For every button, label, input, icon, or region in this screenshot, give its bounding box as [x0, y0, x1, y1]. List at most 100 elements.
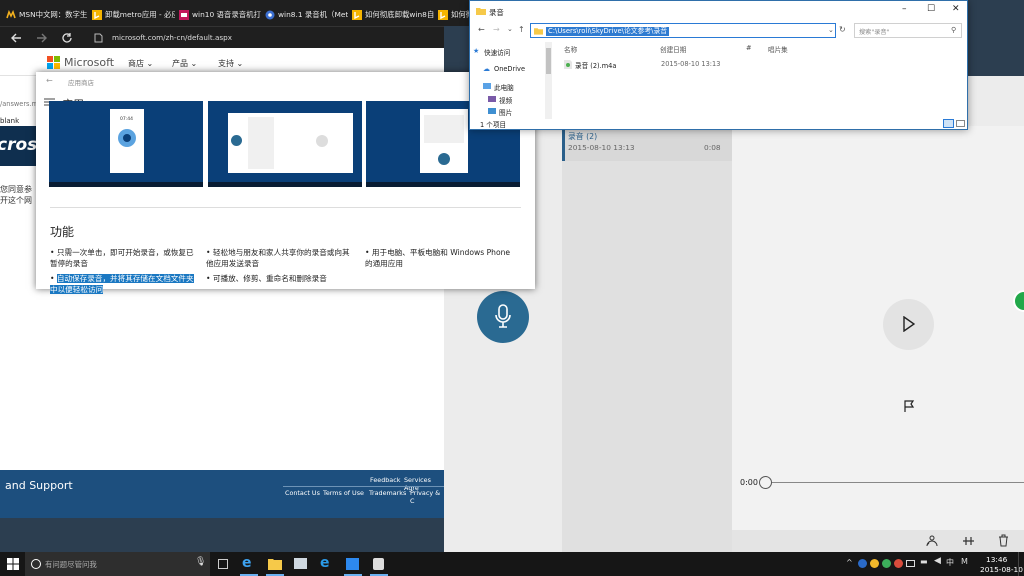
file-row[interactable]: 录音 (2).m4a 2015-08-10 13:13 [564, 59, 774, 71]
large-icons-view-icon[interactable] [956, 120, 965, 127]
voice-recorder-taskbar-icon[interactable] [373, 558, 384, 570]
tray-app-icon[interactable] [882, 559, 891, 568]
browser-tab[interactable]: MSN中文网：数字生 [2, 4, 88, 26]
feature-text-selected: 自动保存录音，并将其存储在文档文件夹中以便轻松访问 [50, 274, 194, 294]
list-panel [424, 115, 464, 143]
computer-icon [483, 83, 491, 89]
windows-start-icon[interactable] [7, 558, 19, 570]
up-arrow-icon[interactable]: ↑ [518, 25, 525, 34]
slider-thumb[interactable] [759, 476, 772, 489]
answers-url-text: /answers.m [0, 100, 38, 108]
app-screenshot[interactable] [208, 101, 362, 187]
nav-support[interactable]: 支持 ⌄ [218, 58, 243, 69]
volume-icon[interactable]: ◀ [934, 556, 941, 566]
taskbar: 有问题尽管问我 🎙 e e ^ ▬ ◀ 中 M 13:46 2015-08-10 [0, 552, 1024, 576]
nav-products[interactable]: 产品 ⌄ [172, 58, 197, 69]
details-view-icon[interactable] [943, 119, 954, 128]
back-arrow-icon[interactable] [10, 32, 22, 44]
browser-tab[interactable]: 卸载metro应用 - 必应 [88, 4, 175, 26]
battery-icon[interactable] [906, 560, 915, 567]
footer-link[interactable]: Feedback [370, 476, 400, 484]
browser-tab[interactable]: 如何彻 [434, 4, 474, 26]
tray-app-icon[interactable] [870, 559, 879, 568]
back-arrow-icon[interactable]: ← [46, 76, 53, 85]
file-explorer-icon[interactable] [268, 558, 282, 570]
forward-arrow-icon[interactable] [36, 32, 48, 44]
column-header-created[interactable]: 创建日期 [660, 44, 686, 54]
app-icon[interactable] [294, 558, 307, 569]
agree-text: 您同意参 [0, 185, 32, 194]
recent-dropdown-icon[interactable]: ⌄ [507, 25, 513, 33]
search-input[interactable]: 搜索"录音" ⚲ [854, 23, 962, 38]
flag-marker-icon[interactable] [903, 400, 915, 412]
maximize-button[interactable]: ☐ [927, 4, 935, 14]
feature-text: 可播放、修剪、重命名和删除录音 [212, 274, 327, 283]
status-bar-text: 1 个项目 [480, 121, 507, 129]
ime-mode-icon[interactable]: M [961, 557, 968, 566]
recording-item[interactable]: 录音 (2) 2015-08-10 13:13 0:08 [562, 126, 732, 161]
column-header-name[interactable]: 名称 [564, 44, 577, 54]
recording-duration: 0:08 [704, 143, 721, 152]
store-app-panel: ← 应用商店 应用 07:44 功能 • 只需一次单击，即可开始录音，或恢复已暂… [36, 72, 535, 294]
taskbar-date[interactable]: 2015-08-10 [980, 565, 1023, 574]
footer-link[interactable]: Terms of Use [323, 489, 364, 497]
nav-onedrive[interactable]: ☁ OneDrive [483, 65, 526, 73]
search-icon[interactable]: ⚲ [951, 26, 956, 34]
refresh-icon[interactable]: ↻ [839, 25, 846, 34]
browser-tab[interactable]: win10 语音录音机打 [175, 4, 261, 26]
browser-tab[interactable]: 如何彻底卸载win8自 [348, 4, 434, 26]
microphone-icon [495, 304, 511, 328]
record-button[interactable] [477, 291, 529, 343]
bing-icon [438, 10, 448, 20]
address-bar[interactable]: microsoft.com/zh-cn/default.aspx [112, 33, 232, 42]
divider [50, 207, 521, 208]
taskbar-time[interactable]: 13:46 [986, 555, 1007, 564]
store-icon[interactable] [346, 558, 359, 570]
footer-link[interactable]: Trademarks [369, 489, 406, 497]
site-brand: Microsoft [64, 56, 115, 69]
forward-arrow-icon[interactable]: → [493, 25, 500, 34]
minimize-button[interactable]: – [902, 4, 907, 14]
column-header-number[interactable]: # [746, 44, 752, 52]
feature-text: 只需一次单击，即可开始录音，或恢复已暂停的录音 [50, 248, 194, 268]
audio-file-icon [564, 60, 572, 69]
app-screenshot[interactable]: 07:44 [49, 101, 203, 187]
back-arrow-icon[interactable]: ← [478, 25, 485, 34]
tray-app-icon[interactable] [858, 559, 867, 568]
ime-icon[interactable]: 中 [946, 557, 954, 568]
tray-app-icon[interactable] [894, 559, 903, 568]
trim-icon[interactable] [962, 535, 975, 547]
nav-quick-access[interactable]: ★ 快速访问 [473, 47, 510, 57]
chevron-up-icon[interactable]: ^ [846, 558, 853, 567]
microphone-icon[interactable]: 🎙 [195, 557, 206, 567]
refresh-icon[interactable] [61, 32, 73, 44]
nav-videos[interactable]: 视频 [488, 95, 512, 105]
column-header-album[interactable]: 唱片集 [768, 44, 788, 54]
delete-icon[interactable] [998, 534, 1009, 547]
nav-label: OneDrive [494, 65, 526, 73]
address-bar[interactable]: C:\Users\roli\SkyDrive\论文参考\录音 ⌄ [530, 23, 836, 38]
nav-pictures[interactable]: 图片 [488, 107, 512, 117]
cortana-search-box[interactable]: 有问题尽管问我 🎙 [25, 552, 210, 576]
show-desktop-button[interactable] [1018, 552, 1024, 576]
chevron-down-icon[interactable]: ⌄ [828, 26, 834, 34]
edge-icon[interactable]: e [242, 555, 252, 571]
star-icon: ★ [473, 47, 480, 55]
task-view-icon[interactable] [218, 559, 228, 569]
nav-store[interactable]: 商店 ⌄ [128, 58, 153, 69]
share-icon[interactable] [926, 535, 938, 547]
play-button[interactable] [883, 299, 934, 350]
nav-scrollbar[interactable] [545, 42, 552, 119]
address-path[interactable]: C:\Users\roli\SkyDrive\论文参考\录音 [546, 27, 670, 36]
footer-link[interactable]: Privacy & C [410, 489, 444, 505]
nav-this-pc[interactable]: 此电脑 [483, 82, 514, 92]
footer-link[interactable]: Contact Us [285, 489, 320, 497]
scrollbar-thumb[interactable] [546, 48, 551, 74]
internet-explorer-icon[interactable]: e [320, 555, 330, 571]
close-button[interactable]: ✕ [952, 4, 960, 14]
network-icon[interactable]: ▬ [920, 557, 928, 566]
desktop-mockup [228, 113, 353, 173]
cloud-icon: ☁ [483, 65, 490, 73]
playback-slider[interactable] [760, 482, 1024, 483]
browser-tab[interactable]: win8.1 录音机（Metr [261, 4, 348, 26]
